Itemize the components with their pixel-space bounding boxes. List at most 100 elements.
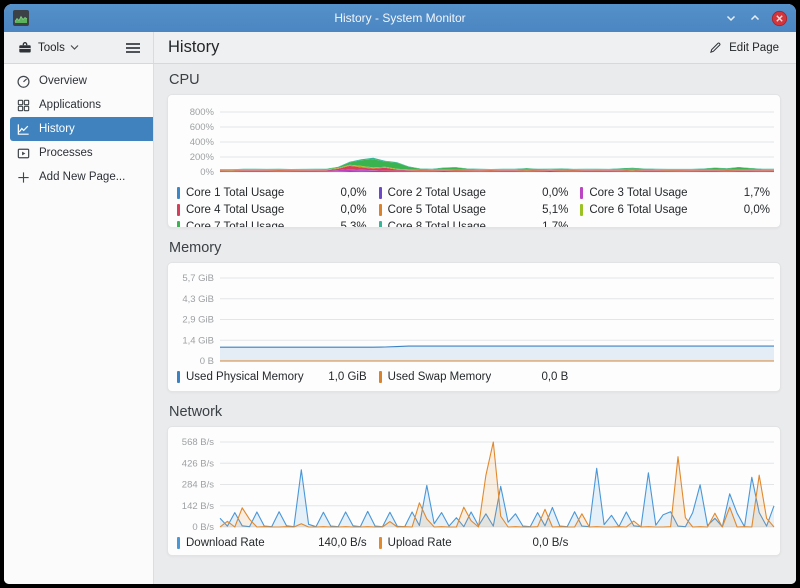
close-x-icon [771,10,788,27]
pencil-icon [708,40,723,55]
content-scroll-area[interactable]: CPU 800%600%400%200%0% Core 1 Total Usag… [154,64,796,584]
legend-value: 5,1% [542,204,572,216]
legend-item: Core 1 Total Usage 0,0% [177,184,371,201]
sidebar-item-label: Applications [39,99,101,111]
minimize-button[interactable] [720,7,742,29]
series-swatch [177,371,180,383]
series-swatch [379,221,382,228]
network-chart: 568 B/s426 B/s284 B/s142 B/s0 B/s [168,427,778,533]
legend-value: 0,0% [542,187,572,199]
plus-icon [16,170,31,185]
svg-text:200%: 200% [190,152,215,163]
sidebar-item-processes[interactable]: Processes [10,141,153,165]
legend-label: Core 5 Total Usage [388,204,486,216]
legend-value: 140,0 B/s [318,537,371,549]
history-chart-icon [16,122,31,137]
svg-text:0 B: 0 B [200,356,214,367]
legend-label: Used Physical Memory [186,371,304,383]
series-swatch [177,221,180,228]
series-swatch [177,537,180,549]
window-controls [720,7,790,29]
svg-text:426 B/s: 426 B/s [182,458,214,469]
series-swatch [379,204,382,216]
series-swatch [580,187,583,199]
cpu-card: 800%600%400%200%0% Core 1 Total Usage0,0… [167,94,781,228]
legend-item: Download Rate 140,0 B/s [177,534,371,551]
sidebar-item-label: Overview [39,75,87,87]
app-body: Overview Applications Hi [4,64,796,584]
hamburger-icon [125,41,141,55]
chevron-down-icon [70,44,79,51]
close-button[interactable] [768,7,790,29]
sidebar-item-label: Processes [39,147,93,159]
legend-label: Core 7 Total Usage [186,221,284,228]
svg-text:0%: 0% [200,167,214,178]
svg-text:142 B/s: 142 B/s [182,501,214,512]
svg-text:5,7 GiB: 5,7 GiB [182,273,214,284]
legend-value: 1,7% [744,187,774,199]
legend-value: 5,3% [340,221,370,228]
sidebar-item-history[interactable]: History [10,117,153,141]
processes-icon [16,146,31,161]
legend-label: Download Rate [186,537,265,549]
legend-label: Core 4 Total Usage [186,204,284,216]
legend-label: Core 1 Total Usage [186,187,284,199]
sidebar-header: Tools [4,32,154,63]
legend-item: Core 2 Total Usage0,0% [379,184,573,201]
sidebar-item-applications[interactable]: Applications [10,93,153,117]
series-swatch [580,204,583,216]
cpu-legend: Core 1 Total Usage 0,0% Core 2 Total Usag… [168,183,780,228]
svg-text:2,9 GiB: 2,9 GiB [182,315,214,326]
svg-text:1,4 GiB: 1,4 GiB [182,335,214,346]
series-swatch [379,187,382,199]
legend-item: Core 3 Total Usage1,7% [580,184,774,201]
chevron-up-icon [749,12,761,24]
app-icon [12,9,30,27]
legend-label: Used Swap Memory [388,371,492,383]
legend-value: 1,7% [542,221,572,228]
cpu-section-title: CPU [169,72,781,88]
edit-page-button[interactable]: Edit Page [703,37,784,58]
memory-section: Memory 5,7 GiB 4,3 GiB 2,9 GiB 1,4 GiB 0 B U… [167,240,781,392]
app-window: History - System Monitor [4,4,796,584]
gauge-icon [16,74,31,89]
series-swatch [379,537,382,549]
edit-page-label: Edit Page [729,42,779,54]
svg-text:4,3 GiB: 4,3 GiB [182,294,214,305]
cpu-section: CPU 800%600%400%200%0% Core 1 Total Usag… [167,72,781,228]
sidebar-item-label: History [39,123,75,135]
series-swatch [379,371,382,383]
legend-value: 1,0 GiB [328,371,370,383]
legend-value: 0,0% [340,187,370,199]
svg-text:0 B/s: 0 B/s [192,522,214,533]
memory-section-title: Memory [169,240,781,256]
series-swatch [177,204,180,216]
legend-value: 0,0% [744,204,774,216]
legend-item: Used Physical Memory 1,0 GiB [177,368,371,385]
tools-button[interactable]: Tools [14,38,82,58]
window-title: History - System Monitor [4,11,796,25]
toolbox-icon [17,40,33,56]
legend-item: Core 6 Total Usage0,0% [580,201,774,218]
header-bar: Tools History Edit Page [4,32,796,64]
chevron-down-icon [725,12,737,24]
page-title: History [168,38,219,57]
page-header: History Edit Page [154,32,796,63]
svg-text:400%: 400% [190,137,215,148]
legend-item: Core 8 Total Usage1,7% [379,219,573,228]
tools-button-label: Tools [38,42,65,54]
menu-button[interactable] [123,39,143,57]
legend-item: Core 7 Total Usage 5,3% [177,219,371,228]
memory-legend: Used Physical Memory 1,0 GiB Used Swap Me… [168,367,780,385]
sidebar-item-add-new-page[interactable]: Add New Page... [10,165,153,189]
sidebar: Overview Applications Hi [4,64,154,584]
svg-text:568 B/s: 568 B/s [182,437,214,448]
network-legend: Download Rate140,0 B/s Upload Rate0,0 B/… [168,533,780,551]
series-swatch [177,187,180,199]
memory-chart: 5,7 GiB 4,3 GiB 2,9 GiB 1,4 GiB 0 B [168,263,778,367]
sidebar-item-overview[interactable]: Overview [10,69,153,93]
titlebar[interactable]: History - System Monitor [4,4,796,32]
legend-value: 0,0 B/s [533,537,573,549]
legend-item: Core 5 Total Usage 5,1% [379,201,573,218]
maximize-button[interactable] [744,7,766,29]
